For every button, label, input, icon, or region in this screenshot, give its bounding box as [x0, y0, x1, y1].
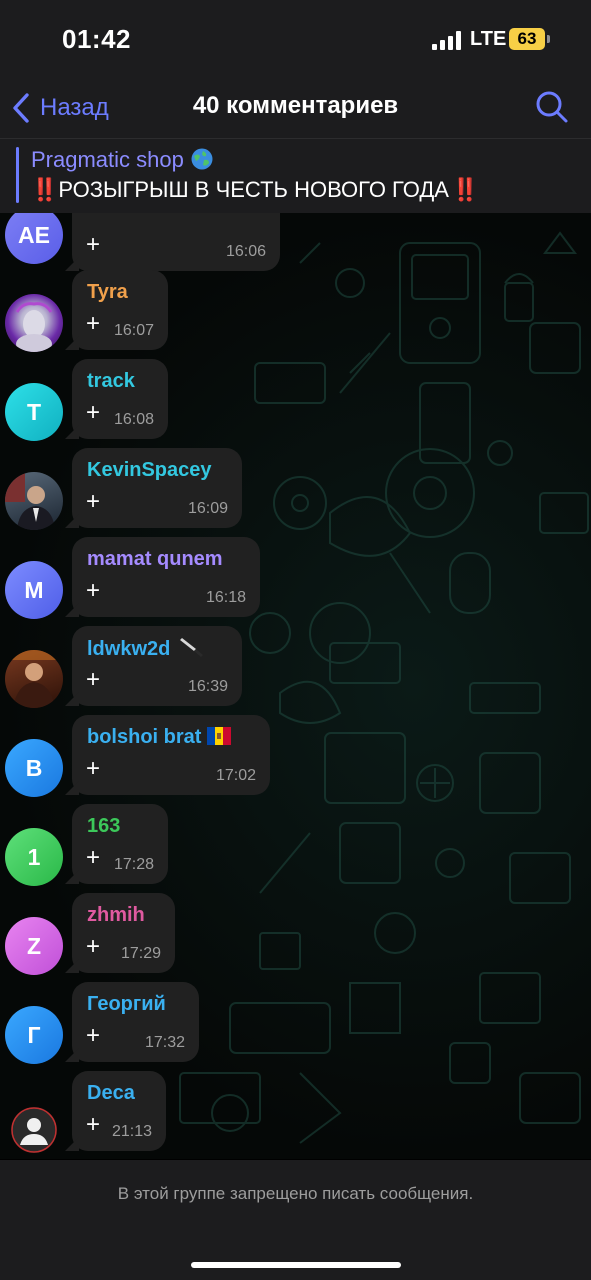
message-bubble[interactable]: bolshoi brat + 17:02 — [65, 715, 270, 795]
avatar-initials: Z — [26, 932, 42, 959]
back-label: Назад — [40, 94, 109, 121]
avatar[interactable] — [11, 1107, 57, 1153]
sender-name: Deca — [87, 1082, 135, 1104]
nav-bar: Назад 40 комментариев — [0, 80, 591, 139]
sender-name: 163 — [87, 815, 121, 837]
message-time: 16:18 — [205, 589, 246, 606]
battery-icon: 63 — [509, 28, 545, 50]
avatar-image — [15, 302, 53, 352]
message-text: + — [86, 933, 101, 960]
message-text: + — [86, 310, 101, 337]
message-bubble[interactable]: 163 + 17:28 — [65, 804, 168, 884]
chat-area[interactable]: AE + 16:06 Tyra + 16:07 T track + 16:08 … — [0, 213, 591, 1159]
double-exclamation-icon: ‼️ — [451, 177, 479, 202]
message-bubble[interactable]: mamat qunem + 16:18 — [65, 537, 260, 617]
message-text: + — [86, 488, 101, 515]
sender-name: Георгий — [87, 993, 166, 1015]
restricted-message: В этой группе запрещено писать сообщения… — [117, 1184, 474, 1203]
message-bubble[interactable]: KevinSpacey + 16:09 — [65, 448, 242, 528]
sender-name: ldwkw2d — [87, 637, 204, 661]
avatar[interactable] — [5, 294, 63, 352]
avatar[interactable]: T — [5, 383, 63, 441]
chevron-left-icon — [13, 93, 29, 123]
sender-name: track — [87, 370, 135, 392]
status-time: 01:42 — [62, 24, 131, 54]
sender-name: zhmih — [87, 904, 145, 926]
avatar[interactable]: M — [5, 561, 63, 619]
message-text: + — [86, 1111, 101, 1138]
search-icon[interactable] — [534, 89, 570, 125]
message-text: + — [86, 231, 101, 258]
sender-name: bolshoi brat — [87, 726, 232, 749]
message-text: + — [86, 577, 101, 604]
avatar-initials: T — [26, 398, 42, 425]
moldova-flag-icon — [207, 727, 232, 745]
message-text: + — [86, 399, 101, 426]
sender-name: Tyra — [87, 281, 128, 303]
avatar-initials: M — [24, 576, 44, 603]
pinned-title-text: Pragmatic shop — [31, 147, 184, 172]
message-bubble[interactable]: Георгий + 17:32 — [65, 982, 199, 1062]
knife-icon — [179, 638, 203, 657]
pinned-post[interactable]: Pragmatic shop ‼️ РОЗЫГРЫШ В ЧЕСТЬ НОВОГО… — [0, 139, 591, 213]
avatar-initials: B — [25, 754, 43, 781]
network-label: LTE — [470, 28, 507, 50]
message-bubble[interactable]: Tyra + 16:07 — [65, 270, 168, 350]
avatar[interactable]: Г — [5, 1006, 63, 1064]
message-time: 17:32 — [144, 1034, 185, 1051]
avatar-initials: AE — [18, 221, 50, 248]
message-text: + — [86, 844, 101, 871]
message-bubble[interactable]: track + 16:08 — [65, 359, 168, 439]
pinned-channel-name: Pragmatic shop — [31, 147, 214, 173]
message-time: 16:07 — [113, 322, 154, 339]
sender-name: mamat qunem — [87, 548, 223, 570]
message-text: + — [86, 755, 101, 782]
message-time: 16:06 — [225, 243, 266, 260]
sender-name-text: ldwkw2d — [87, 638, 171, 660]
message-bubble[interactable]: + 16:06 — [65, 213, 280, 271]
message-time: 17:28 — [113, 856, 154, 873]
message-time: 16:09 — [187, 500, 228, 517]
avatar[interactable]: B — [5, 739, 63, 797]
sender-name: KevinSpacey — [87, 459, 212, 481]
restricted-footer: В этой группе запрещено писать сообщения… — [0, 1160, 591, 1280]
avatar-image — [11, 1107, 57, 1153]
battery-tip — [547, 35, 550, 43]
message-time: 16:08 — [113, 411, 154, 428]
message-bubble[interactable]: zhmih + 17:29 — [65, 893, 175, 973]
sender-name-text: bolshoi brat — [87, 726, 202, 748]
status-bar: 01:42 LTE 63 — [0, 0, 591, 80]
signal-icon — [432, 30, 464, 50]
avatar[interactable] — [5, 472, 63, 530]
avatar-image — [5, 472, 55, 530]
globe-icon — [191, 148, 213, 170]
avatar-initials: 1 — [27, 843, 41, 870]
avatar-initials: Г — [27, 1021, 41, 1048]
message-bubble[interactable]: Deca + 21:13 — [65, 1071, 166, 1151]
pinned-text: РОЗЫГРЫШ В ЧЕСТЬ НОВОГО ГОДА — [58, 177, 449, 202]
message-text: + — [86, 1022, 101, 1049]
message-time: 16:39 — [187, 678, 228, 695]
back-button[interactable]: Назад — [10, 88, 109, 128]
message-time: 17:29 — [120, 945, 161, 962]
avatar[interactable]: Z — [5, 917, 63, 975]
home-indicator[interactable] — [191, 1262, 401, 1268]
message-text: + — [86, 666, 101, 693]
message-time: 21:13 — [111, 1123, 152, 1140]
message-bubble[interactable]: ldwkw2d + 16:39 — [65, 626, 242, 706]
avatar[interactable] — [5, 650, 63, 708]
message-time: 17:02 — [215, 767, 256, 784]
avatar-image — [5, 650, 63, 708]
pinned-accent-bar — [16, 147, 19, 203]
avatar[interactable]: 1 — [5, 828, 63, 886]
pinned-message-text: ‼️ РОЗЫГРЫШ В ЧЕСТЬ НОВОГО ГОДА ‼️ — [31, 177, 479, 203]
double-exclamation-icon: ‼️ — [31, 177, 58, 202]
